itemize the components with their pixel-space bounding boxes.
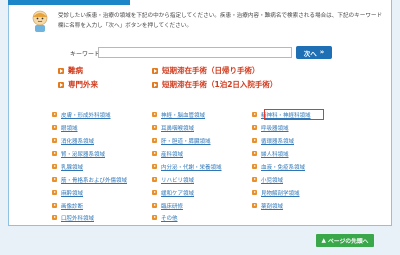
category-label: 産科領域 — [161, 151, 184, 158]
category-link[interactable]: リハビリ領域 — [152, 175, 194, 184]
category-label: 緩和ケア領域 — [161, 190, 195, 197]
arrow-icon — [252, 125, 257, 130]
category-link[interactable]: 薬剤領域 — [252, 201, 283, 210]
category-label: 筋・骨格系および外傷領域 — [61, 177, 128, 184]
arrow-icon — [252, 151, 257, 156]
category-link[interactable]: 緩和ケア領域 — [152, 188, 194, 197]
arrow-icon — [152, 203, 157, 208]
heading-day-surgery[interactable]: 短期滞在手術（日帰り手術） — [152, 65, 260, 76]
arrow-icon — [252, 203, 257, 208]
category-label: リハビリ領域 — [161, 177, 195, 184]
category-link[interactable]: 眼領域 — [52, 123, 78, 132]
arrow-icon — [252, 177, 257, 182]
category-label: 循環器系領域 — [261, 138, 295, 145]
category-label: 肝・胆道・膵臓領域 — [161, 138, 211, 145]
category-label: 皮膚・形成外科領域 — [61, 112, 111, 119]
category-label: 小児領域 — [261, 177, 284, 184]
heading-specialty-outpatient[interactable]: 専門外来 — [58, 79, 98, 90]
category-link[interactable]: 乳腺領域 — [52, 162, 83, 171]
category-label: 婦人科領域 — [261, 151, 289, 158]
category-link[interactable]: 小児領域 — [252, 175, 283, 184]
next-button[interactable]: 次へ » — [296, 46, 332, 59]
category-link[interactable]: 産科領域 — [152, 149, 183, 158]
arrow-icon — [152, 67, 158, 74]
category-link[interactable]: その他 — [152, 213, 178, 222]
arrow-icon — [152, 215, 157, 220]
category-label: 画像診断 — [61, 203, 84, 210]
heading-overnight-surgery[interactable]: 短期滞在手術（1泊2日入院手術） — [152, 79, 277, 90]
arrow-icon — [52, 203, 57, 208]
category-link[interactable]: 麻酔領域 — [52, 188, 83, 197]
next-button-label: 次へ — [303, 49, 317, 58]
category-label: 血液・免疫系領域 — [261, 164, 306, 171]
category-label: 臨床研修 — [161, 203, 184, 210]
arrow-icon — [52, 125, 57, 130]
page-top-button[interactable]: ▲ ページの先頭へ — [316, 234, 374, 247]
category-label: 眼領域 — [61, 125, 78, 132]
arrow-icon — [58, 81, 64, 88]
category-label: 見物解剖学領域 — [261, 190, 300, 197]
arrow-icon — [252, 112, 257, 117]
category-link[interactable]: 内分泌・代謝・栄養領域 — [152, 162, 222, 171]
arrow-icon — [252, 190, 257, 195]
category-link[interactable]: 腎・泌尿器系領域 — [52, 149, 105, 158]
arrow-icon — [152, 81, 158, 88]
category-link[interactable]: 皮膚・形成外科領域 — [52, 110, 111, 119]
double-chevron-icon: » — [319, 48, 325, 56]
arrow-icon — [52, 177, 57, 182]
arrow-icon — [152, 112, 157, 117]
arrow-icon — [252, 164, 257, 169]
arrow-icon — [52, 164, 57, 169]
intro-text: 受診したい疾患・治療の領域を下記の中から指定してください。疾患・治療内容・難病名… — [58, 13, 383, 29]
category-label: 内分泌・代謝・栄養領域 — [161, 164, 222, 171]
arrow-icon — [152, 177, 157, 182]
category-link[interactable]: 画像診断 — [52, 201, 83, 210]
heading-label: 短期滞在手術（1泊2日入院手術） — [162, 80, 278, 89]
keyword-input[interactable] — [98, 47, 292, 58]
heading-label: 専門外来 — [68, 80, 98, 89]
selected-category-highlight — [264, 109, 324, 120]
arrow-icon — [52, 190, 57, 195]
category-link[interactable]: 耳鼻咽喉領域 — [152, 123, 194, 132]
category-link[interactable]: 神経・脳血管領域 — [152, 110, 205, 119]
arrow-icon — [152, 125, 157, 130]
category-label: 消化器系領域 — [61, 138, 95, 145]
category-link[interactable]: 筋・骨格系および外傷領域 — [52, 175, 127, 184]
category-label: 薬剤領域 — [261, 203, 284, 210]
arrow-icon — [152, 151, 157, 156]
arrow-icon — [52, 138, 57, 143]
category-label: 乳腺領域 — [61, 164, 84, 171]
arrow-icon — [52, 215, 57, 220]
arrow-icon — [252, 138, 257, 143]
category-link[interactable]: 臨床研修 — [152, 201, 183, 210]
page-top-label: ページの先頭へ — [328, 239, 369, 245]
category-label: 耳鼻咽喉領域 — [161, 125, 195, 132]
arrow-icon — [152, 190, 157, 195]
arrow-icon — [152, 138, 157, 143]
arrow-icon — [52, 112, 57, 117]
category-link[interactable]: 婦人科領域 — [252, 149, 289, 158]
category-label: 呼吸器領域 — [261, 125, 289, 132]
category-label: その他 — [161, 215, 178, 222]
header-tab-bar — [8, 0, 130, 5]
category-label: 神経・脳血管領域 — [161, 112, 206, 119]
category-link[interactable]: 見物解剖学領域 — [252, 188, 300, 197]
heading-nanbyo[interactable]: 難病 — [58, 65, 83, 76]
category-link[interactable]: 血液・免疫系領域 — [252, 162, 305, 171]
arrow-icon — [152, 164, 157, 169]
arrow-icon — [52, 151, 57, 156]
category-link[interactable]: 肝・胆道・膵臓領域 — [152, 136, 211, 145]
mascot-icon — [32, 10, 48, 32]
category-link[interactable]: 口腔外科領域 — [52, 213, 94, 222]
category-label: 麻酔領域 — [61, 190, 84, 197]
category-label: 口腔外科領域 — [61, 215, 95, 222]
heading-label: 難病 — [68, 66, 83, 75]
up-arrow-icon: ▲ — [321, 237, 326, 244]
arrow-icon — [58, 67, 64, 74]
category-link[interactable]: 循環器系領域 — [252, 136, 294, 145]
category-link[interactable]: 呼吸器領域 — [252, 123, 289, 132]
category-link[interactable]: 消化器系領域 — [52, 136, 94, 145]
category-label: 腎・泌尿器系領域 — [61, 151, 106, 158]
heading-label: 短期滞在手術（日帰り手術） — [162, 66, 260, 75]
